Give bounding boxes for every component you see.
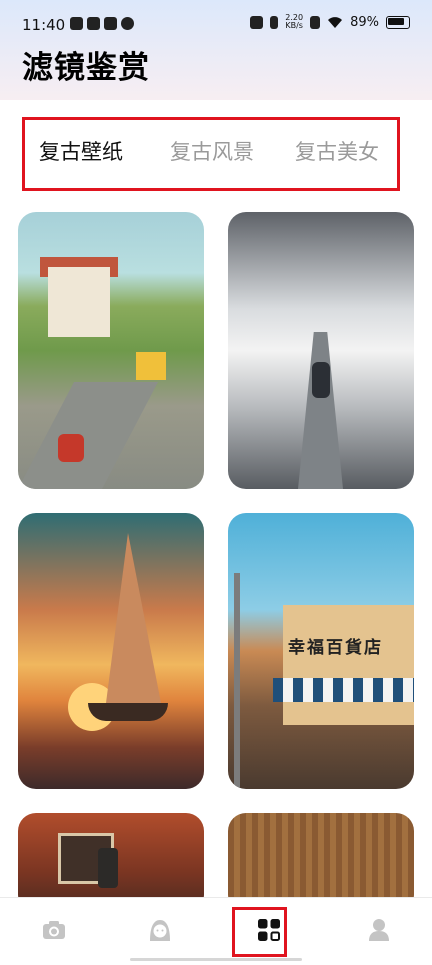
category-tabs: 复古壁纸 复古风景 复古美女 (22, 117, 400, 191)
nav-face[interactable] (146, 916, 174, 944)
active-nav-highlight (232, 907, 287, 957)
cyclist-shape (312, 362, 330, 398)
tiktok-icon (70, 17, 83, 30)
avatar-face-icon (150, 920, 170, 941)
battery-icon (386, 15, 410, 29)
nav-camera[interactable] (40, 916, 68, 944)
awning-shape (273, 678, 414, 702)
network-speed: 2.20 KB/s (285, 13, 304, 30)
battery-percent: 89% (350, 14, 379, 30)
status-system-icons: 2.20 KB/s 89% (250, 14, 410, 30)
status-time: 11:40 (22, 16, 66, 34)
vibrate-icon (270, 15, 279, 29)
wallpaper-card-street[interactable] (18, 212, 204, 489)
shop-sign: 幸福百貨店 (288, 638, 383, 658)
shop-building-shape (283, 605, 414, 725)
user-icon (369, 919, 389, 941)
sail-shape (106, 533, 161, 703)
house-shape (48, 267, 110, 337)
camera-status-icon (250, 15, 264, 29)
wallpaper-card-shop[interactable]: 幸福百貨店 (228, 513, 414, 789)
road-shape (18, 382, 158, 489)
tab-retro-wallpaper[interactable]: 复古壁纸 (39, 136, 123, 166)
utility-pole-shape (234, 573, 240, 789)
home-indicator (130, 958, 302, 961)
wifi-icon (328, 16, 343, 28)
skyscraper-shape (298, 332, 343, 489)
mail-icon (104, 17, 117, 30)
tab-retro-scenery[interactable]: 复古风景 (170, 136, 254, 166)
wallpaper-card-cyclist[interactable] (228, 212, 414, 489)
street-lamp-shape (98, 848, 118, 888)
boat-hull-shape (88, 703, 168, 721)
upload-icon (121, 17, 134, 30)
tab-retro-beauty[interactable]: 复古美女 (295, 136, 379, 166)
signpost-shape (136, 352, 166, 380)
app-notification-icon (87, 17, 100, 30)
status-notification-icons (70, 17, 134, 30)
nav-profile[interactable] (365, 916, 393, 944)
page-title: 滤镜鉴赏 (22, 50, 150, 86)
scooter-shape (58, 434, 84, 462)
wallpaper-card-sailboat[interactable] (18, 513, 204, 789)
camera-icon (43, 921, 65, 939)
sim-icon (310, 15, 321, 29)
bottom-nav (0, 897, 432, 965)
